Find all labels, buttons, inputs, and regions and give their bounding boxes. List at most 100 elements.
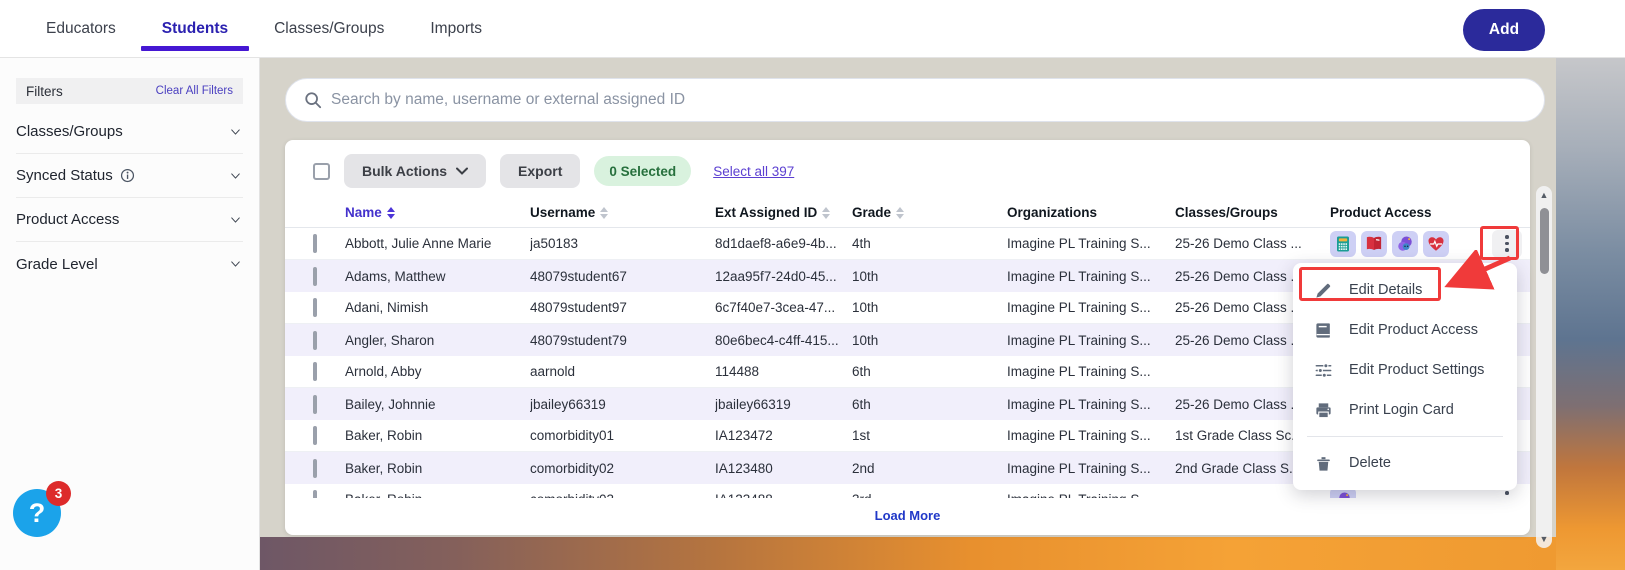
scrollbar-thumb[interactable] <box>1540 208 1549 274</box>
student-name: Baker, Robin <box>345 428 423 443</box>
sort-icon <box>386 206 395 219</box>
ext-assigned-id: IA123480 <box>715 460 773 476</box>
tab-educators[interactable]: Educators <box>44 0 118 58</box>
scroll-up-arrow-icon[interactable]: ▲ <box>1539 190 1549 200</box>
load-more-link[interactable]: Load More <box>285 508 1530 523</box>
organizations: Imagine PL Training S... <box>1007 364 1151 379</box>
info-icon[interactable] <box>120 168 135 183</box>
organizations: Imagine PL Training S... <box>1007 428 1151 443</box>
row-checkbox[interactable] <box>313 458 317 478</box>
menu-item-delete[interactable]: Delete <box>1293 443 1517 483</box>
username: ja50183 <box>530 236 579 251</box>
grade: 1st <box>852 428 871 443</box>
organizations: Imagine PL Training S... <box>1007 268 1151 284</box>
top-navigation-bar: Educators Students Classes/Groups Imports A… <box>0 0 1625 58</box>
select-all-checkbox[interactable] <box>313 162 330 180</box>
row-checkbox[interactable] <box>313 234 317 253</box>
ext-assigned-id: jbailey66319 <box>715 396 791 412</box>
menu-item-edit-details[interactable]: Edit Details <box>1293 270 1517 310</box>
filters-header: Filters Clear All Filters <box>16 78 243 104</box>
classes-groups: 25-26 Demo Class ... <box>1175 236 1302 251</box>
bulk-actions-button[interactable]: Bulk Actions <box>344 154 487 188</box>
scroll-down-arrow-icon[interactable]: ▼ <box>1539 534 1549 544</box>
table-row: Abbott, Julie Anne Marie ja50183 8d1daef8-… <box>285 228 1530 260</box>
table-header-row: Name Username Ext Assigned ID Grade Organiza… <box>285 198 1530 228</box>
student-name: Angler, Sharon <box>345 332 435 348</box>
product-access-icons <box>1330 230 1492 257</box>
row-checkbox[interactable] <box>313 490 317 498</box>
menu-item-edit-product-access[interactable]: Edit Product Access <box>1293 310 1517 350</box>
ext-assigned-id: IA123472 <box>715 428 773 443</box>
column-header-username[interactable]: Username <box>530 205 715 220</box>
chevron-down-icon <box>228 171 243 181</box>
column-header-name[interactable]: Name <box>345 205 530 220</box>
column-header-ext-assigned-id[interactable]: Ext Assigned ID <box>715 205 852 220</box>
column-label: Name <box>345 205 382 220</box>
tab-students[interactable]: Students <box>140 0 250 58</box>
ext-assigned-id: 80e6bec4-c4ff-415... <box>715 332 839 348</box>
filter-section-synced-status[interactable]: Synced Status <box>16 154 243 198</box>
username: comorbidity02 <box>530 460 615 476</box>
menu-item-edit-product-settings[interactable]: Edit Product Settings <box>1293 350 1517 390</box>
menu-divider <box>1307 436 1503 437</box>
row-checkbox[interactable] <box>313 394 317 414</box>
column-header-grade[interactable]: Grade <box>852 205 1007 220</box>
row-checkbox[interactable] <box>313 266 317 286</box>
book-product-icon <box>1361 230 1387 257</box>
student-name: Baker, Robin <box>345 460 423 476</box>
grade: 10th <box>852 300 879 315</box>
filter-section-product-access[interactable]: Product Access <box>16 198 243 242</box>
student-name: Abbott, Julie Anne Marie <box>345 236 492 251</box>
filter-section-grade-level[interactable]: Grade Level <box>16 242 243 286</box>
row-context-menu: Edit Details Edit Product Access Edit Prod… <box>1293 263 1517 490</box>
table-toolbar: Bulk Actions Export 0 Selected Select al… <box>313 154 1530 188</box>
row-checkbox[interactable] <box>313 298 317 317</box>
column-label: Organizations <box>1007 205 1098 220</box>
search-input[interactable] <box>331 91 1544 109</box>
column-header-organizations: Organizations <box>1007 205 1175 220</box>
student-name: Bailey, Johnnie <box>345 396 436 412</box>
column-label: Grade <box>852 205 892 220</box>
row-checkbox[interactable] <box>313 426 317 445</box>
username: 48079student79 <box>530 332 627 348</box>
sort-icon <box>896 206 905 219</box>
grade: 6th <box>852 396 871 412</box>
student-name: Arnold, Abby <box>345 364 422 379</box>
column-header-product-access: Product Access <box>1330 205 1492 220</box>
export-button[interactable]: Export <box>500 154 581 188</box>
student-name: Adams, Matthew <box>345 268 446 284</box>
select-all-link[interactable]: Select all 397 <box>713 164 794 179</box>
heart-product-icon <box>1423 230 1449 257</box>
vertical-scrollbar[interactable]: ▲ ▼ <box>1536 186 1552 548</box>
bulk-actions-label: Bulk Actions <box>362 163 448 179</box>
nav-tabs: Educators Students Classes/Groups Imports <box>44 0 484 58</box>
username: jbailey66319 <box>530 396 606 412</box>
row-checkbox[interactable] <box>313 330 317 350</box>
username: aarnold <box>530 364 576 379</box>
sort-icon <box>600 206 609 219</box>
organizations: Imagine PL Training S... <box>1007 332 1151 348</box>
column-label: Ext Assigned ID <box>715 205 818 220</box>
organizations: Imagine PL Training S... <box>1007 492 1175 498</box>
ext-assigned-id: 114488 <box>715 364 760 379</box>
clear-all-filters-link[interactable]: Clear All Filters <box>156 85 233 97</box>
filter-section-classes-groups[interactable]: Classes/Groups <box>16 110 243 154</box>
tab-classes-groups[interactable]: Classes/Groups <box>272 0 386 58</box>
username: comorbidity01 <box>530 428 615 443</box>
column-label: Username <box>530 205 596 220</box>
column-header-classes-groups: Classes/Groups <box>1175 205 1330 220</box>
grade: 4th <box>852 236 871 251</box>
row-kebab-menu-button[interactable] <box>1492 229 1522 258</box>
filter-section-label: Product Access <box>16 211 120 228</box>
username: comorbidity03 <box>530 492 715 498</box>
menu-item-print-login-card[interactable]: Print Login Card <box>1293 390 1517 430</box>
organizations: Imagine PL Training S... <box>1007 460 1151 476</box>
grade: 10th <box>852 268 879 284</box>
grade: 2nd <box>852 460 875 476</box>
add-button[interactable]: Add <box>1463 9 1545 51</box>
student-name: Baker, Robin <box>345 492 530 498</box>
ext-assigned-id: 6c7f40e7-3cea-47... <box>715 300 836 315</box>
chevron-down-icon <box>228 215 243 225</box>
row-checkbox[interactable] <box>313 362 317 381</box>
tab-imports[interactable]: Imports <box>428 0 484 58</box>
